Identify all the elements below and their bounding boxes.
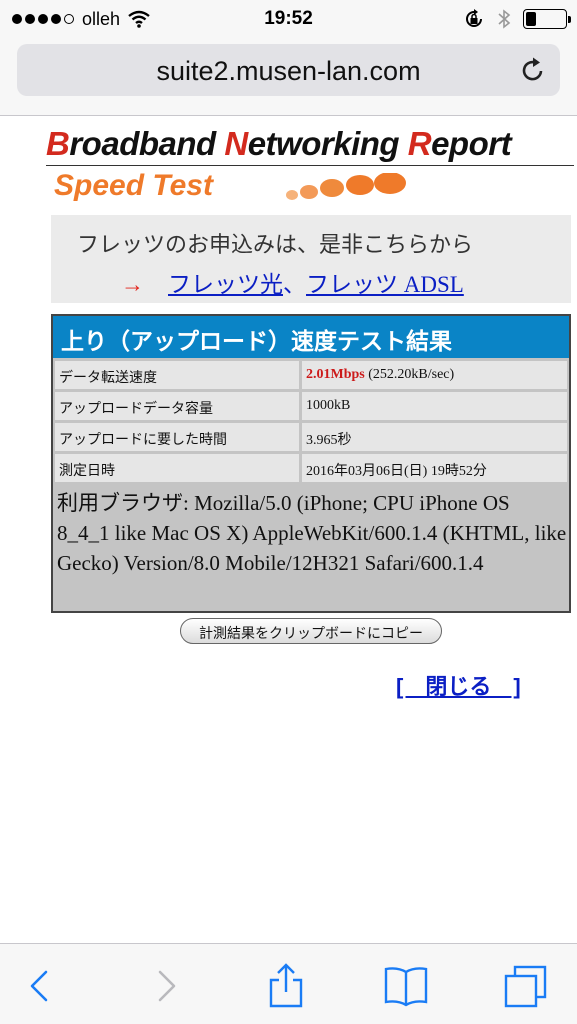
arrow-icon: → (121, 272, 144, 297)
browser-label: 利用ブラウザ: (57, 491, 189, 515)
upload-speed: 2.01Mbps (306, 367, 365, 382)
row-label: 測定日時 (55, 454, 299, 482)
logo-subtitle: Speed Test (54, 169, 213, 202)
logo-bubbles-icon (286, 173, 406, 200)
logo-title: Broadband Networking Report (46, 125, 512, 162)
row-label: アップロードに要した時間 (55, 423, 299, 451)
share-icon[interactable] (262, 962, 310, 1010)
back-icon[interactable] (16, 962, 64, 1010)
bookmarks-icon[interactable] (382, 962, 430, 1010)
web-page: Broadband Networking Report Speed Test フ… (0, 117, 577, 943)
flets-hikari-link[interactable]: フレッツ光 (168, 265, 283, 299)
battery-icon (523, 9, 571, 29)
table-row: アップロードに要した時間 3.965秒 (53, 422, 569, 452)
address-bar[interactable]: suite2.musen-lan.com (17, 44, 560, 96)
row-value: 1000kB (302, 392, 567, 420)
table-row: 測定日時 2016年03月06日(日) 19時52分 (53, 453, 569, 483)
browser-user-agent: 利用ブラウザ: Mozilla/5.0 (iPhone; CPU iPhone … (57, 488, 567, 578)
row-value: 2.01Mbps (252.20kB/sec) (302, 361, 567, 389)
promo-links: → フレッツ光 、 フレッツ ADSL (121, 265, 464, 299)
flets-promo-banner: フレッツのお申込みは、是非こちらから → フレッツ光 、 フレッツ ADSL (51, 215, 571, 303)
upload-speed-detail: (252.20kB/sec) (364, 367, 455, 382)
orientation-lock-icon (466, 9, 482, 27)
table-row: データ転送速度 2.01Mbps (252.20kB/sec) (53, 360, 569, 390)
status-bar: olleh 19:52 (0, 0, 577, 38)
copy-to-clipboard-button[interactable]: 計測結果をクリップボードにコピー (180, 618, 442, 644)
tabs-icon[interactable] (502, 962, 550, 1010)
browser-toolbar (0, 943, 577, 1024)
logo-divider (46, 165, 574, 166)
row-value: 2016年03月06日(日) 19時52分 (302, 454, 567, 482)
upload-result-table: 上り（アップロード）速度テスト結果 データ転送速度 2.01Mbps (252.… (51, 314, 571, 613)
forward-icon[interactable] (142, 962, 190, 1010)
row-label: アップロードデータ容量 (55, 392, 299, 420)
site-logo: Broadband Networking Report Speed Test (46, 125, 576, 205)
promo-text: フレッツのお申込みは、是非こちらから (77, 232, 474, 257)
flets-adsl-link[interactable]: フレッツ ADSL (306, 265, 464, 299)
table-row: アップロードデータ容量 1000kB (53, 391, 569, 421)
row-value: 3.965秒 (302, 423, 567, 451)
url-text[interactable]: suite2.musen-lan.com (17, 56, 560, 87)
reload-icon[interactable] (520, 56, 546, 84)
bluetooth-icon (498, 9, 511, 29)
browser-address-area: suite2.musen-lan.com (0, 38, 577, 116)
battery-level (526, 12, 536, 26)
close-link[interactable]: [ 閉じる ] (396, 669, 521, 701)
row-label: データ転送速度 (55, 361, 299, 389)
result-title: 上り（アップロード）速度テスト結果 (53, 316, 569, 358)
promo-separator: 、 (283, 272, 306, 297)
